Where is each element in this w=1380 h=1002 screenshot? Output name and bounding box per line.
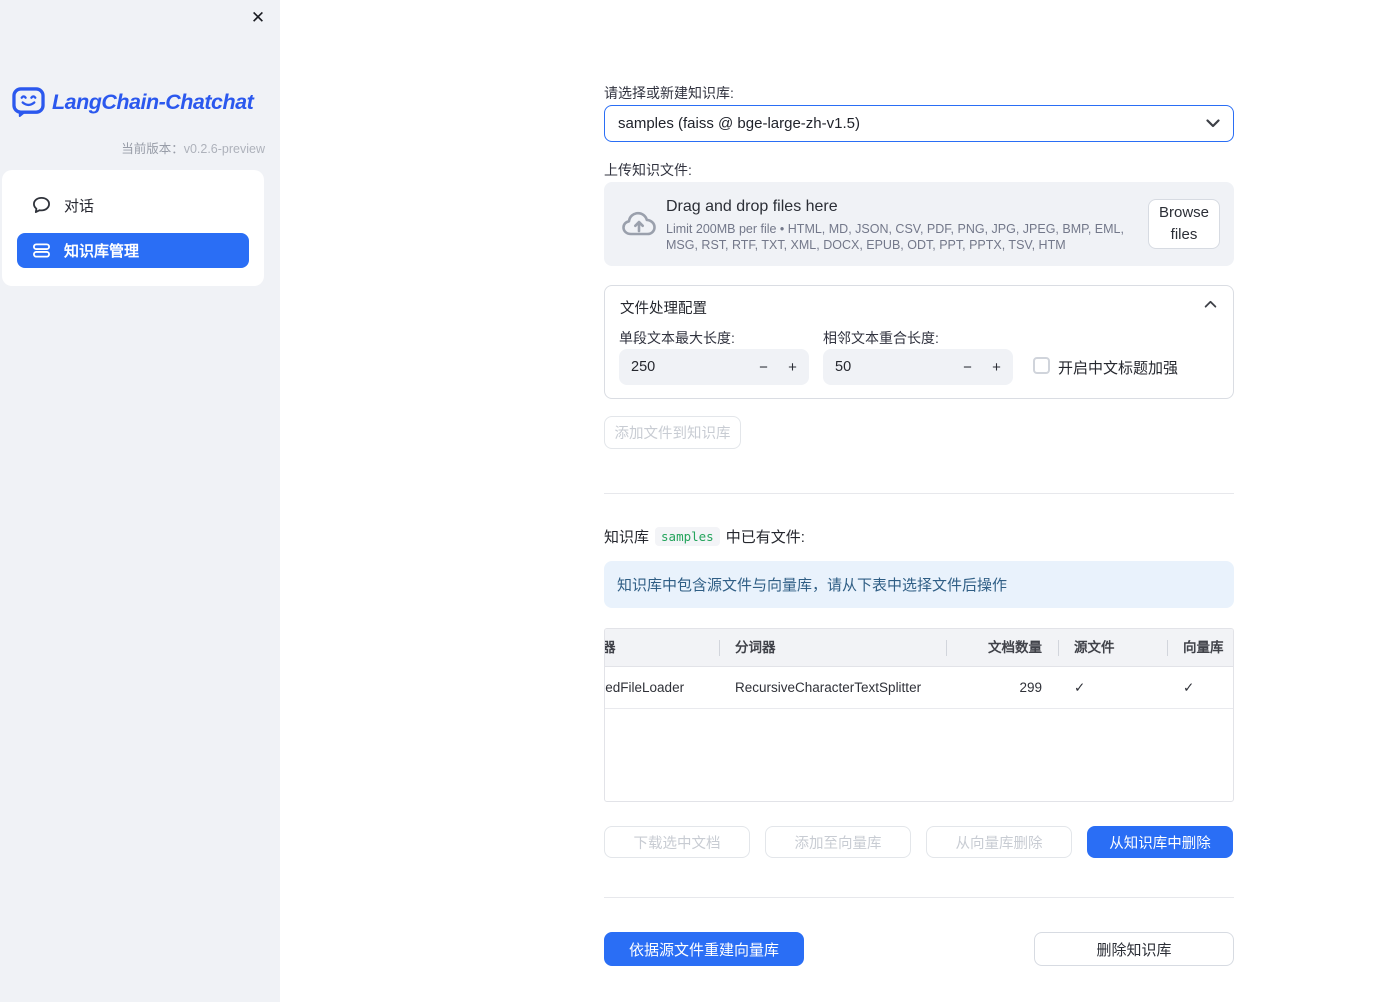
column-header-doc-count[interactable]: 文档数量 bbox=[946, 629, 1058, 666]
kb-select-dropdown[interactable]: samples (faiss @ bge-large-zh-v1.5) bbox=[604, 105, 1234, 142]
upload-cloud-icon bbox=[622, 211, 656, 236]
divider bbox=[604, 493, 1234, 494]
overlap-minus-button[interactable]: − bbox=[953, 349, 982, 385]
version-value: v0.2.6-preview bbox=[183, 142, 265, 156]
kb-files-suffix: 中已有文件: bbox=[725, 529, 805, 546]
cell-vector-store-check: ✓ bbox=[1183, 680, 1195, 695]
cell-doc-count: 299 bbox=[1019, 680, 1042, 695]
delete-from-vector-store-button[interactable]: 从向量库删除 bbox=[926, 826, 1072, 858]
download-selected-docs-button[interactable]: 下载选中文档 bbox=[604, 826, 750, 858]
logo-chat-smiley-icon bbox=[12, 87, 45, 118]
divider bbox=[604, 897, 1234, 898]
browse-files-button[interactable]: Browse files bbox=[1148, 199, 1220, 249]
chat-bubble-icon bbox=[31, 195, 51, 215]
column-header-splitter[interactable]: 分词器 bbox=[719, 629, 946, 666]
add-to-vector-store-button[interactable]: 添加至向量库 bbox=[765, 826, 911, 858]
rebuild-vector-store-button[interactable]: 依据源文件重建向量库 bbox=[604, 932, 804, 966]
upload-label: 上传知识文件: bbox=[604, 162, 692, 178]
sidebar-item-label: 对话 bbox=[64, 197, 95, 215]
sidebar: ✕ LangChain-Chatchat 当前版本：v0.2.6-preview bbox=[0, 0, 280, 1002]
file-config-expander: 文件处理配置 单段文本最大长度: 相邻文本重合长度: 250 − + 50 − … bbox=[604, 285, 1234, 399]
chunk-size-input[interactable]: 250 − + bbox=[619, 349, 809, 385]
column-header-source-file[interactable]: 源文件 bbox=[1058, 629, 1167, 666]
overlap-plus-button[interactable]: + bbox=[982, 349, 1011, 385]
kb-files-table[interactable]: 文档加载器 分词器 文档数量 源文件 向量库 UnstructuredFileL… bbox=[604, 628, 1234, 802]
cell-source-file-check: ✓ bbox=[1074, 680, 1086, 695]
dropzone-title: Drag and drop files here bbox=[666, 198, 838, 215]
kb-files-prefix: 知识库 bbox=[604, 529, 650, 546]
sidebar-close-icon[interactable]: ✕ bbox=[246, 6, 270, 30]
cell-loader: UnstructuredFileLoader bbox=[605, 680, 685, 695]
delete-from-kb-button[interactable]: 从知识库中删除 bbox=[1087, 826, 1233, 858]
kb-select-label: 请选择或新建知识库: bbox=[604, 85, 734, 101]
file-dropzone[interactable]: Drag and drop files here Limit 200MB per… bbox=[604, 182, 1234, 266]
stack-icon bbox=[31, 241, 51, 261]
main-content: 请选择或新建知识库: samples (faiss @ bge-large-zh… bbox=[604, 0, 1234, 1002]
column-header-loader[interactable]: 文档加载器 bbox=[605, 629, 719, 666]
kb-name-code-chip: samples bbox=[655, 527, 720, 546]
column-header-vector-store[interactable]: 向量库 bbox=[1167, 629, 1233, 666]
table-header-row: 文档加载器 分词器 文档数量 源文件 向量库 bbox=[605, 629, 1233, 667]
logo-text: LangChain-Chatchat bbox=[52, 90, 254, 114]
sidebar-item-label: 知识库管理 bbox=[64, 243, 140, 260]
overlap-size-label: 相邻文本重合长度: bbox=[823, 330, 939, 346]
app-logo: LangChain-Chatchat bbox=[12, 87, 254, 118]
chunk-minus-button[interactable]: − bbox=[749, 349, 778, 385]
table-row[interactable]: UnstructuredFileLoader RecursiveCharacte… bbox=[605, 667, 1233, 709]
zh-title-enhance-checkbox[interactable] bbox=[1033, 357, 1050, 374]
zh-title-enhance-label: 开启中文标题加强 bbox=[1058, 360, 1179, 377]
sidebar-item-dialogue[interactable]: 对话 bbox=[17, 187, 249, 223]
expander-title[interactable]: 文件处理配置 bbox=[620, 297, 707, 318]
cell-splitter: RecursiveCharacterTextSplitter bbox=[735, 680, 922, 695]
sidebar-item-knowledge-base[interactable]: 知识库管理 bbox=[17, 233, 249, 268]
info-banner: 知识库中包含源文件与向量库，请从下表中选择文件后操作 bbox=[604, 561, 1234, 608]
kb-files-heading: 知识库 samples 中已有文件: bbox=[604, 526, 805, 547]
overlap-size-value: 50 bbox=[835, 359, 852, 375]
add-files-to-kb-button[interactable]: 添加文件到知识库 bbox=[604, 416, 741, 449]
app-window: ✕ LangChain-Chatchat 当前版本：v0.2.6-preview bbox=[0, 0, 1380, 1002]
chevron-down-icon bbox=[1206, 119, 1220, 128]
overlap-size-input[interactable]: 50 − + bbox=[823, 349, 1013, 385]
chevron-up-icon[interactable] bbox=[1204, 300, 1217, 308]
version-text: 当前版本：v0.2.6-preview bbox=[121, 138, 265, 157]
chunk-size-value: 250 bbox=[631, 359, 656, 375]
version-label: 当前版本： bbox=[121, 142, 184, 156]
chunk-size-label: 单段文本最大长度: bbox=[619, 330, 735, 346]
chunk-plus-button[interactable]: + bbox=[778, 349, 807, 385]
sidebar-menu: 对话 知识库管理 bbox=[2, 170, 264, 286]
kb-select-value: samples (faiss @ bge-large-zh-v1.5) bbox=[618, 115, 860, 132]
dropzone-limit-text: Limit 200MB per file • HTML, MD, JSON, C… bbox=[666, 222, 1124, 252]
delete-kb-button[interactable]: 删除知识库 bbox=[1034, 932, 1234, 966]
